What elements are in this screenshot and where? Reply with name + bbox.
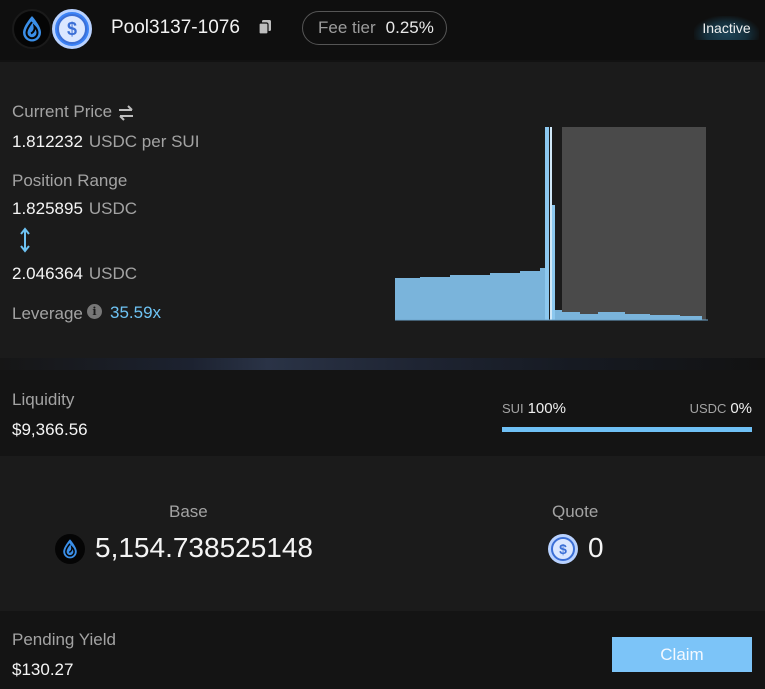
position-range-label: Position Range <box>12 171 128 190</box>
usdc-dollar-icon: $ <box>57 14 87 44</box>
liquidity-left-area <box>395 265 548 320</box>
liquidity-section: Liquidity $9,366.56 SUI 100% USDC 0% <box>0 370 765 456</box>
usdc-icon: $ <box>548 534 578 564</box>
copy-icon[interactable] <box>258 19 272 35</box>
leverage-label: Leverage <box>12 304 83 323</box>
range-high-value: 2.046364 <box>12 264 83 283</box>
pool-position-card: $ Pool3137-1076 Fee tier 0.25% Inactive … <box>0 0 765 689</box>
section-divider <box>0 358 765 370</box>
range-high-unit: USDC <box>88 264 138 283</box>
quote-label: Quote <box>552 502 599 521</box>
pool-name: Pool3137-1076 <box>111 17 240 38</box>
current-price-spike-inner <box>552 205 555 320</box>
base-ratio-symbol: SUI <box>502 401 524 416</box>
liquidity-label: Liquidity <box>12 390 75 409</box>
ratio-bar-fill <box>502 427 752 432</box>
range-low: 1.825895 USDC <box>12 199 137 219</box>
info-icon[interactable]: i <box>87 304 102 319</box>
quote-ratio-pct: 0% <box>730 400 752 417</box>
range-arrow-icon <box>20 227 30 253</box>
swap-direction-icon[interactable] <box>117 104 135 122</box>
fee-tier-value: 0.25% <box>385 18 434 37</box>
current-price-value: 1.812232 <box>12 132 83 151</box>
quote-ratio: USDC 0% <box>690 400 752 417</box>
range-low-unit: USDC <box>88 199 138 218</box>
token-pair: $ <box>12 9 94 49</box>
current-price: 1.812232 USDC per SUI <box>12 132 199 152</box>
amounts-section: Base 5,154.738525148 Quote $ 0 <box>0 456 765 611</box>
liquidity-value: $9,366.56 <box>12 420 88 439</box>
status-badge: Inactive <box>694 16 759 40</box>
current-price-unit: USDC per SUI <box>88 132 200 151</box>
fee-tier-label: Fee tier <box>318 18 376 37</box>
ratio-bar <box>502 427 752 432</box>
pool-header: $ Pool3137-1076 Fee tier 0.25% Inactive <box>0 0 765 60</box>
current-price-label: Current Price <box>12 102 113 121</box>
quote-ratio-symbol: USDC <box>689 401 727 416</box>
pending-yield-label: Pending Yield <box>12 630 116 649</box>
base-ratio: SUI 100% <box>502 400 566 417</box>
pending-yield-value: $130.27 <box>12 660 74 679</box>
fee-tier-pill: Fee tier 0.25% <box>302 11 447 45</box>
current-price-line <box>550 127 552 320</box>
liquidity-distribution-chart <box>395 127 708 321</box>
sui-token-icon <box>12 9 52 49</box>
leverage-value: 35.59x <box>110 303 162 322</box>
sui-icon <box>55 534 85 564</box>
quote-amount: 0 <box>588 532 604 563</box>
position-range-shade <box>562 127 706 320</box>
base-ratio-pct: 100% <box>527 400 566 417</box>
range-low-value: 1.825895 <box>12 199 83 218</box>
pending-yield-section: Pending Yield $130.27 Claim <box>0 611 765 689</box>
token-ratio: SUI 100% USDC 0% <box>502 400 752 420</box>
usdc-token-icon: $ <box>52 9 92 49</box>
price-section: Current Price 1.812232 USDC per SUI Posit… <box>0 62 765 358</box>
base-label: Base <box>169 502 208 521</box>
usdc-dollar-small-icon: $ <box>551 537 575 561</box>
claim-button[interactable]: Claim <box>612 637 752 672</box>
base-amount: 5,154.738525148 <box>95 532 313 563</box>
current-price-spike <box>545 127 549 320</box>
range-high: 2.046364 USDC <box>12 264 137 284</box>
